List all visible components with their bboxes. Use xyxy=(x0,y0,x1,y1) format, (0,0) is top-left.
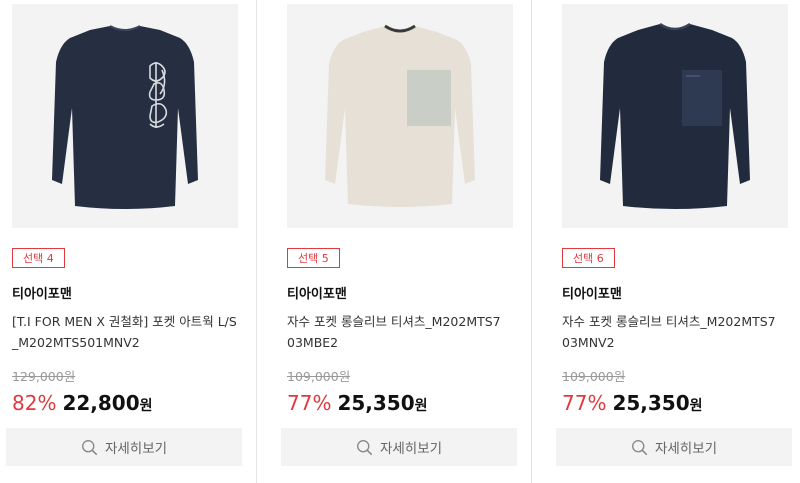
product-image[interactable] xyxy=(12,4,238,228)
product-card[interactable]: 선택 5 티아이포맨 자수 포켓 롱슬리브 티셔츠_M202MTS7 03MBE… xyxy=(281,0,517,483)
shirt-shape xyxy=(52,26,198,209)
search-icon xyxy=(81,439,98,455)
shirt-shape xyxy=(600,24,750,209)
discount-rate: 77% xyxy=(287,391,332,415)
currency-unit: 원 xyxy=(139,398,153,414)
search-icon xyxy=(356,439,373,455)
detail-button[interactable]: 자세히보기 xyxy=(281,428,517,466)
currency-unit: 원 xyxy=(689,398,703,414)
tshirt-icon xyxy=(52,25,198,209)
discount-rate: 82% xyxy=(12,391,57,415)
option-badge: 선택 6 xyxy=(562,248,615,268)
brand-name: 티아이포맨 xyxy=(562,287,622,302)
price-row: 77% 25,350원 xyxy=(287,391,428,415)
product-image[interactable] xyxy=(287,4,513,228)
brand-name: 티아이포맨 xyxy=(12,287,72,302)
original-price: 129,000원 xyxy=(12,369,76,384)
original-price: 109,000원 xyxy=(287,369,351,384)
product-name-line: [T.I FOR MEN X 권철화] 포켓 아트웍 L/S xyxy=(12,314,237,329)
pocket xyxy=(407,70,451,126)
brand-name: 티아이포맨 xyxy=(287,287,347,302)
product-image[interactable] xyxy=(562,4,788,228)
tshirt-icon xyxy=(325,24,475,207)
sale-price: 25,350 xyxy=(337,391,415,415)
price-row: 77% 25,350원 xyxy=(562,391,703,415)
option-badge: 선택 5 xyxy=(287,248,340,268)
detail-button[interactable]: 자세히보기 xyxy=(6,428,242,466)
tshirt-icon xyxy=(600,22,750,209)
shirt-shape xyxy=(325,26,475,207)
original-price: 109,000원 xyxy=(562,369,626,384)
product-name[interactable]: 자수 포켓 롱슬리브 티셔츠_M202MTS7 03MNV2 xyxy=(562,311,794,353)
detail-button-label: 자세히보기 xyxy=(654,441,718,457)
currency-unit: 원 xyxy=(414,398,428,414)
product-name-line: 자수 포켓 롱슬리브 티셔츠_M202MTS7 xyxy=(562,314,776,329)
search-icon xyxy=(631,439,648,455)
pocket xyxy=(682,70,722,126)
discount-rate: 77% xyxy=(562,391,607,415)
detail-button[interactable]: 자세히보기 xyxy=(556,428,792,466)
detail-button-label: 자세히보기 xyxy=(379,441,443,457)
product-name[interactable]: [T.I FOR MEN X 권철화] 포켓 아트웍 L/S _M202MTS5… xyxy=(12,311,244,353)
price-row: 82% 22,800원 xyxy=(12,391,153,415)
product-card[interactable]: 선택 6 티아이포맨 자수 포켓 롱슬리브 티셔츠_M202MTS7 03MNV… xyxy=(556,0,792,483)
detail-button-label: 자세히보기 xyxy=(104,441,168,457)
column-divider xyxy=(256,0,257,483)
sale-price: 22,800 xyxy=(62,391,140,415)
product-name-line: 03MNV2 xyxy=(562,335,615,350)
sale-price: 25,350 xyxy=(612,391,690,415)
column-divider xyxy=(531,0,532,483)
product-name-line: _M202MTS501MNV2 xyxy=(12,335,140,350)
option-badge: 선택 4 xyxy=(12,248,65,268)
product-name-line: 자수 포켓 롱슬리브 티셔츠_M202MTS7 xyxy=(287,314,501,329)
product-name-line: 03MBE2 xyxy=(287,335,339,350)
product-card[interactable]: 선택 4 티아이포맨 [T.I FOR MEN X 권철화] 포켓 아트웍 L/… xyxy=(6,0,242,483)
product-name[interactable]: 자수 포켓 롱슬리브 티셔츠_M202MTS7 03MBE2 xyxy=(287,311,519,353)
